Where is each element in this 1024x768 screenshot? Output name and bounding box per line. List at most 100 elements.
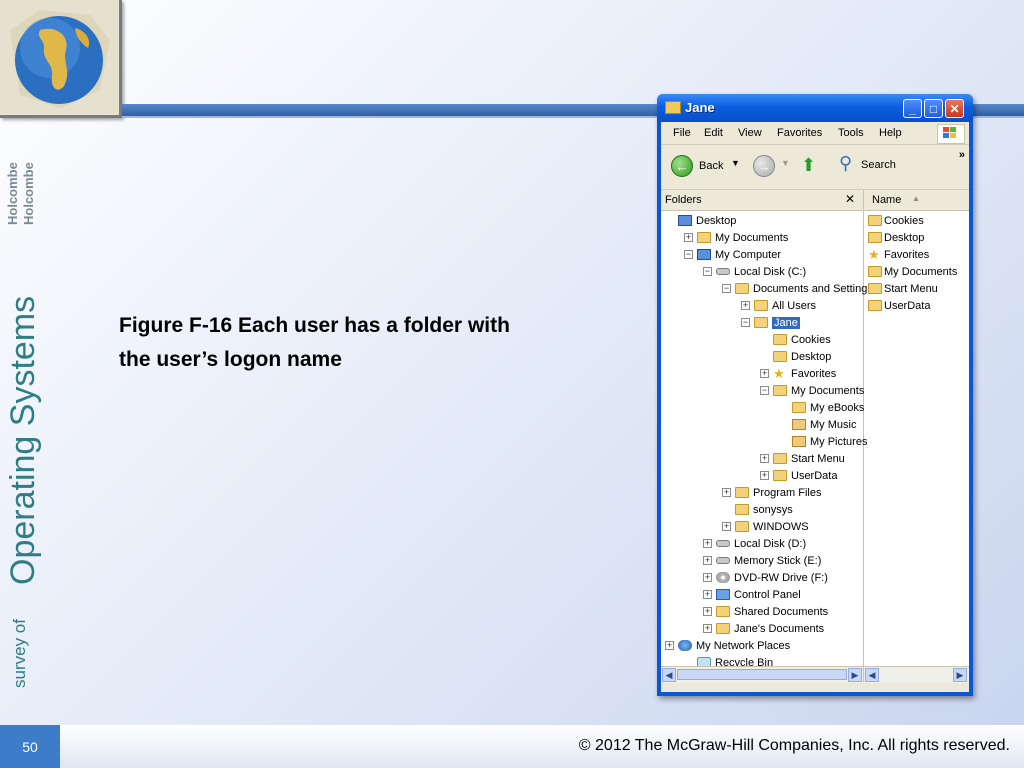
tree-item[interactable]: + Control Panel bbox=[703, 586, 801, 603]
scroll-right-icon[interactable]: ▶ bbox=[848, 668, 862, 682]
title-bar[interactable]: Jane _ □ ✕ bbox=[657, 94, 973, 122]
expand-icon[interactable]: + bbox=[722, 488, 731, 497]
tree-item-label: My Music bbox=[810, 418, 857, 431]
tree-item[interactable]: + Shared Documents bbox=[703, 603, 828, 620]
menu-favorites[interactable]: Favorites bbox=[777, 127, 822, 139]
tree-item[interactable]: − Local Disk (C:) bbox=[703, 263, 806, 280]
expand-icon[interactable]: + bbox=[684, 233, 693, 242]
tree-item[interactable]: + Start Menu bbox=[760, 450, 845, 467]
folder-icon bbox=[735, 521, 749, 532]
scroll-left-icon[interactable]: ◀ bbox=[662, 668, 676, 682]
collapse-icon[interactable]: − bbox=[684, 250, 693, 259]
expand-icon[interactable]: + bbox=[703, 607, 712, 616]
tree-scrollbar[interactable]: ◀ ▶ bbox=[661, 666, 863, 683]
tree-item[interactable]: sonysys bbox=[722, 501, 793, 518]
tree-item-label: WINDOWS bbox=[753, 520, 809, 533]
close-pane-icon[interactable]: ✕ bbox=[845, 192, 855, 206]
net-icon bbox=[678, 640, 692, 651]
tree-item[interactable]: − My Computer bbox=[684, 246, 781, 263]
list-item[interactable]: Desktop bbox=[868, 229, 924, 246]
list-item[interactable]: UserData bbox=[868, 297, 930, 314]
tree-item[interactable]: + My Documents bbox=[684, 229, 788, 246]
tree-item-label: All Users bbox=[772, 299, 817, 312]
tree-item-label: Program Files bbox=[753, 486, 822, 499]
tree-item-label: My Network Places bbox=[696, 639, 791, 652]
list-scroll-left-icon[interactable]: ◀ bbox=[865, 668, 879, 682]
collapse-icon[interactable]: − bbox=[722, 284, 731, 293]
menu-help[interactable]: Help bbox=[879, 127, 902, 139]
tree-item[interactable]: My Music bbox=[779, 416, 856, 433]
tree-item[interactable]: + UserData bbox=[760, 467, 837, 484]
back-dropdown-icon[interactable]: ▼ bbox=[731, 158, 740, 168]
folder-icon bbox=[716, 606, 730, 617]
tree-item-label: Local Disk (D:) bbox=[734, 537, 807, 550]
close-button[interactable]: ✕ bbox=[945, 99, 964, 118]
author-2: Holcombe bbox=[21, 162, 36, 225]
list-scroll-right-icon[interactable]: ▶ bbox=[953, 668, 967, 682]
expand-icon[interactable]: + bbox=[703, 556, 712, 565]
tree-item[interactable]: + Memory Stick (E:) bbox=[703, 552, 821, 569]
toolbar: ← Back ▼ → ▼ ⬆ ⚲ Search » bbox=[661, 145, 969, 190]
tree-item[interactable]: − My Documents bbox=[760, 382, 864, 399]
menu-edit[interactable]: Edit bbox=[704, 127, 723, 139]
expand-icon[interactable]: + bbox=[703, 539, 712, 548]
expand-icon[interactable]: + bbox=[760, 454, 769, 463]
collapse-icon[interactable]: − bbox=[703, 267, 712, 276]
expand-icon[interactable]: + bbox=[760, 369, 769, 378]
tree-item[interactable]: Desktop bbox=[665, 212, 736, 229]
expand-icon[interactable]: + bbox=[703, 624, 712, 633]
tree-item[interactable]: My Pictures bbox=[779, 433, 867, 450]
more-chevron-icon[interactable]: » bbox=[959, 149, 965, 161]
minimize-button[interactable]: _ bbox=[903, 99, 922, 118]
folder-icon bbox=[716, 623, 730, 634]
back-arrow-icon[interactable]: ← bbox=[671, 155, 693, 177]
maximize-button[interactable]: □ bbox=[924, 99, 943, 118]
back-label[interactable]: Back bbox=[699, 160, 723, 172]
list-item[interactable]: Cookies bbox=[868, 212, 924, 229]
list-item[interactable]: ★ Favorites bbox=[868, 246, 929, 263]
folder-icon bbox=[868, 232, 882, 243]
forward-dropdown-icon[interactable]: ▼ bbox=[781, 158, 790, 168]
tree-item[interactable]: − Jane bbox=[741, 314, 800, 331]
tree-item-label: UserData bbox=[791, 469, 838, 482]
list-scrollbar[interactable]: ◀ ▶ bbox=[864, 666, 969, 683]
tree-item[interactable]: + WINDOWS bbox=[722, 518, 809, 535]
folder-icon bbox=[868, 266, 882, 277]
menu-file[interactable]: File bbox=[673, 127, 691, 139]
tree-item[interactable]: Cookies bbox=[760, 331, 831, 348]
menu-view[interactable]: View bbox=[738, 127, 762, 139]
collapse-icon[interactable]: − bbox=[741, 318, 750, 327]
tree-item[interactable]: − Documents and Settings bbox=[722, 280, 873, 297]
scroll-thumb[interactable] bbox=[677, 669, 847, 680]
tree-item[interactable]: + All Users bbox=[741, 297, 816, 314]
expand-icon[interactable]: + bbox=[665, 641, 674, 650]
folders-title: Folders bbox=[665, 194, 702, 206]
tree-item[interactable]: + My Network Places bbox=[665, 637, 790, 654]
up-folder-icon[interactable]: ⬆ bbox=[801, 155, 823, 177]
menu-tools[interactable]: Tools bbox=[838, 127, 864, 139]
name-column-header[interactable]: Name ▲ bbox=[864, 190, 969, 211]
tree-item[interactable]: Desktop bbox=[760, 348, 831, 365]
expand-icon[interactable]: + bbox=[703, 573, 712, 582]
content-panes: Folders ✕ Desktop + My Documents − My Comput… bbox=[661, 190, 969, 683]
folder-icon bbox=[773, 385, 787, 396]
list-item[interactable]: Start Menu bbox=[868, 280, 938, 297]
tree-item-label: Shared Documents bbox=[734, 605, 829, 618]
list-item[interactable]: My Documents bbox=[868, 263, 957, 280]
expand-icon[interactable]: + bbox=[760, 471, 769, 480]
tree-item[interactable]: + DVD-RW Drive (F:) bbox=[703, 569, 828, 586]
folder-icon bbox=[868, 215, 882, 226]
tree-item[interactable]: + Jane's Documents bbox=[703, 620, 824, 637]
expand-icon[interactable]: + bbox=[722, 522, 731, 531]
collapse-icon[interactable]: − bbox=[760, 386, 769, 395]
expand-icon[interactable]: + bbox=[703, 590, 712, 599]
forward-arrow-icon[interactable]: → bbox=[753, 155, 775, 177]
tree-item[interactable]: + Local Disk (D:) bbox=[703, 535, 806, 552]
expand-icon[interactable]: + bbox=[741, 301, 750, 310]
tree-item[interactable]: + ★ Favorites bbox=[760, 365, 836, 382]
tree-item[interactable]: + Program Files bbox=[722, 484, 821, 501]
tree-item[interactable]: My eBooks bbox=[779, 399, 864, 416]
folder-icon bbox=[868, 283, 882, 294]
